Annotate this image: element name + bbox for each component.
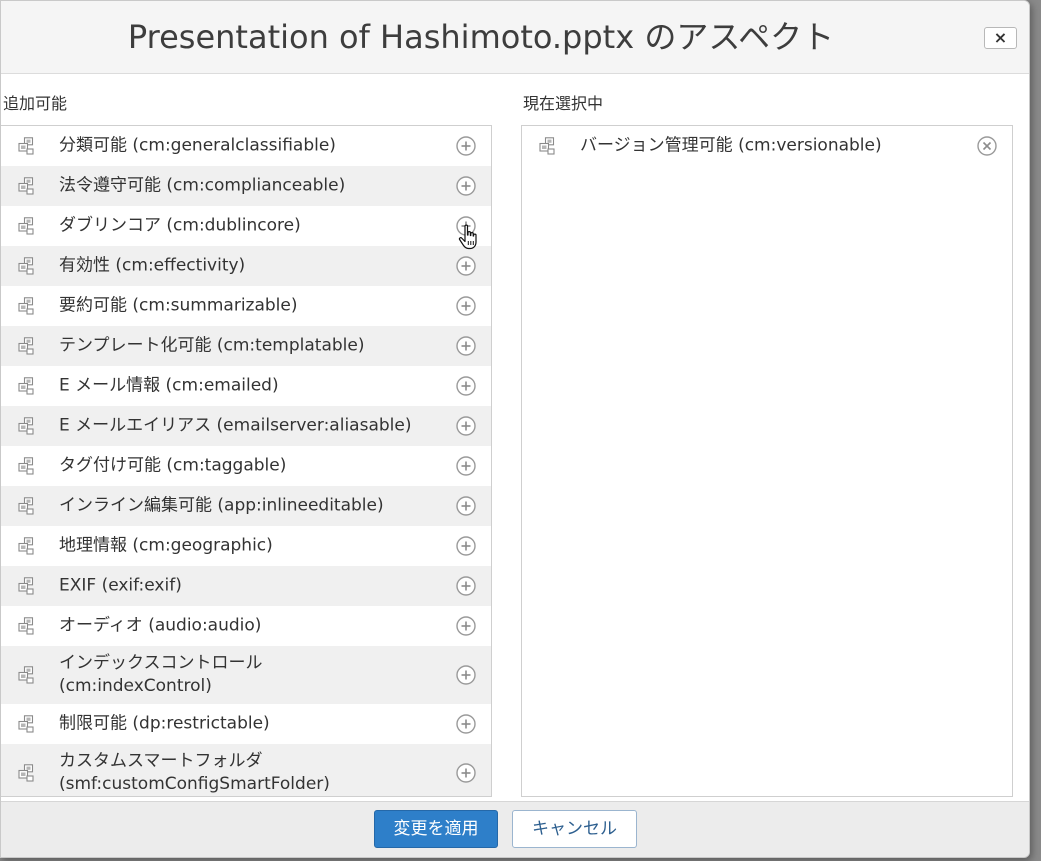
aspect-label: オーディオ (audio:audio) [59, 615, 431, 638]
available-aspects-list[interactable]: 分類可能 (cm:generalclassifiable) 法令遵守可能 (cm:… [1, 125, 492, 797]
dialog-footer: 変更を適用 キャンセル [1, 801, 1029, 857]
aspect-icon [18, 257, 36, 275]
aspect-icon [18, 715, 36, 733]
aspect-row[interactable]: EXIF (exif:exif) [1, 566, 491, 606]
aspect-label: E メール情報 (cm:emailed) [59, 375, 431, 398]
aspect-row[interactable]: インライン編集可能 (app:inlineeditable) [1, 486, 491, 526]
remove-icon[interactable] [976, 135, 998, 157]
aspect-icon [18, 137, 36, 155]
aspect-label-line: 制限可能 (dp:restrictable) [59, 713, 270, 734]
aspect-label: カスタムスマートフォルダ (smf:customConfigSmartFolder… [59, 750, 431, 796]
aspect-row[interactable]: 地理情報 (cm:geographic) [1, 526, 491, 566]
aspect-label-line: (smf:customConfigSmartFolder) [59, 774, 330, 794]
aspect-label-line: E メールエイリアス (emailserver:aliasable) [59, 415, 412, 436]
aspect-row[interactable]: オーディオ (audio:audio) [1, 606, 491, 646]
add-icon[interactable] [455, 713, 477, 735]
selected-column-label: 現在選択中 [523, 94, 604, 113]
aspect-row[interactable]: 要約可能 (cm:summarizable) [1, 286, 491, 326]
aspects-dialog: Presentation of Hashimoto.pptx のアスペクト × … [0, 0, 1030, 858]
aspect-icon [18, 337, 36, 355]
aspect-icon [18, 457, 36, 475]
aspect-label: バージョン管理可能 (cm:versionable) [580, 135, 952, 158]
aspect-label-line: E メール情報 (cm:emailed) [59, 375, 279, 396]
add-icon[interactable] [455, 335, 477, 357]
dialog-body: 追加可能 現在選択中 分類可能 (cm:generalclassifiable)… [1, 74, 1029, 801]
aspect-label-line: 分類可能 (cm:generalclassifiable) [59, 135, 336, 156]
selected-aspects-list[interactable]: バージョン管理可能 (cm:versionable) [521, 125, 1013, 797]
aspect-label: 分類可能 (cm:generalclassifiable) [59, 135, 431, 158]
add-icon[interactable] [455, 615, 477, 637]
aspect-label: テンプレート化可能 (cm:templatable) [59, 335, 431, 358]
aspect-label-line: EXIF (exif:exif) [59, 575, 182, 596]
aspect-label-line: バージョン管理可能 (cm:versionable) [580, 135, 882, 156]
aspect-label-line: テンプレート化可能 (cm:templatable) [59, 335, 365, 356]
aspect-label-line: オーディオ (audio:audio) [59, 615, 262, 636]
aspect-label: 制限可能 (dp:restrictable) [59, 713, 431, 736]
aspect-row[interactable]: ダブリンコア (cm:dublincore) [1, 206, 491, 246]
aspect-icon [18, 764, 36, 782]
add-icon[interactable] [455, 375, 477, 397]
add-icon[interactable] [455, 215, 477, 237]
aspect-row[interactable]: インデックスコントロール (cm:indexControl) [1, 646, 491, 704]
aspect-label: 要約可能 (cm:summarizable) [59, 295, 431, 318]
aspect-label: インデックスコントロール (cm:indexControl) [59, 652, 431, 698]
aspect-row[interactable]: タグ付け可能 (cm:taggable) [1, 446, 491, 486]
dialog-title-bar[interactable]: Presentation of Hashimoto.pptx のアスペクト × [1, 1, 1029, 74]
add-icon[interactable] [455, 255, 477, 277]
aspect-label: E メールエイリアス (emailserver:aliasable) [59, 415, 431, 438]
aspect-icon [18, 377, 36, 395]
aspect-row[interactable]: カスタムスマートフォルダ (smf:customConfigSmartFolder… [1, 744, 491, 796]
aspect-label-line: 地理情報 (cm:geographic) [59, 535, 273, 556]
aspect-icon [18, 617, 36, 635]
aspect-label: タグ付け可能 (cm:taggable) [59, 455, 431, 478]
aspect-label-line: インライン編集可能 (app:inlineeditable) [59, 495, 384, 516]
aspect-label: インライン編集可能 (app:inlineeditable) [59, 495, 431, 518]
aspect-row[interactable]: 分類可能 (cm:generalclassifiable) [1, 126, 491, 166]
aspect-row[interactable]: 有効性 (cm:effectivity) [1, 246, 491, 286]
aspect-row[interactable]: E メールエイリアス (emailserver:aliasable) [1, 406, 491, 446]
add-icon[interactable] [455, 455, 477, 477]
aspect-label-line: 要約可能 (cm:summarizable) [59, 295, 298, 316]
aspect-icon [18, 177, 36, 195]
aspect-icon [18, 417, 36, 435]
close-button[interactable]: × [984, 27, 1017, 49]
aspect-label: 地理情報 (cm:geographic) [59, 535, 431, 558]
aspect-label: EXIF (exif:exif) [59, 575, 431, 598]
add-icon[interactable] [455, 762, 477, 784]
aspect-row[interactable]: 法令遵守可能 (cm:complianceable) [1, 166, 491, 206]
aspect-icon [18, 217, 36, 235]
aspect-label-line: (cm:indexControl) [59, 676, 212, 696]
aspect-label: ダブリンコア (cm:dublincore) [59, 215, 431, 238]
apply-changes-button[interactable]: 変更を適用 [374, 810, 498, 848]
aspect-icon [539, 137, 557, 155]
aspect-icon [18, 497, 36, 515]
aspect-icon [18, 297, 36, 315]
add-icon[interactable] [455, 535, 477, 557]
add-icon[interactable] [455, 175, 477, 197]
dialog-title: Presentation of Hashimoto.pptx のアスペクト [127, 18, 835, 56]
aspect-icon [18, 537, 36, 555]
add-icon[interactable] [455, 664, 477, 686]
aspect-label: 法令遵守可能 (cm:complianceable) [59, 175, 431, 198]
aspect-label-line: インデックスコントロール [59, 653, 263, 673]
aspect-label-line: 法令遵守可能 (cm:complianceable) [59, 175, 346, 196]
aspect-label-line: 有効性 (cm:effectivity) [59, 255, 246, 276]
add-icon[interactable] [455, 415, 477, 437]
aspect-row[interactable]: バージョン管理可能 (cm:versionable) [522, 126, 1012, 166]
aspect-label-line: ダブリンコア (cm:dublincore) [59, 215, 301, 236]
add-icon[interactable] [455, 495, 477, 517]
add-icon[interactable] [455, 295, 477, 317]
add-icon[interactable] [455, 575, 477, 597]
aspect-row[interactable]: E メール情報 (cm:emailed) [1, 366, 491, 406]
add-icon[interactable] [455, 135, 477, 157]
aspect-row[interactable]: 制限可能 (dp:restrictable) [1, 704, 491, 744]
aspect-label-line: タグ付け可能 (cm:taggable) [59, 455, 287, 476]
aspect-icon [18, 577, 36, 595]
cancel-button[interactable]: キャンセル [512, 810, 637, 848]
aspect-icon [18, 666, 36, 684]
aspect-label: 有効性 (cm:effectivity) [59, 255, 431, 278]
available-column-label: 追加可能 [3, 94, 68, 113]
aspect-row[interactable]: テンプレート化可能 (cm:templatable) [1, 326, 491, 366]
aspect-label-line: カスタムスマートフォルダ [59, 751, 263, 771]
